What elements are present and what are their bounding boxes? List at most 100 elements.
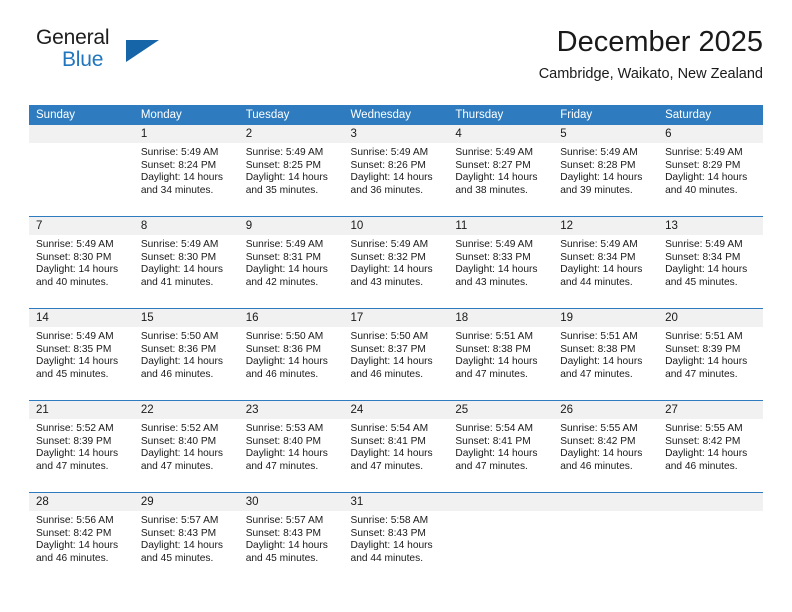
weekday-header-thursday: Thursday [448,105,554,125]
calendar-day-cell[interactable]: 13 Sunrise: 5:49 AM Sunset: 8:34 PM Dayligh… [658,216,763,309]
sunrise-time: Sunrise: 5:49 AM [350,239,429,250]
calendar-day-cell[interactable]: 15 Sunrise: 5:50 AM Sunset: 8:36 PM Dayligh… [133,308,239,401]
calendar-day-cell[interactable]: 2 Sunrise: 5:49 AM Sunset: 8:25 PM Daylight… [238,125,344,217]
daylight-duration-line1: Daylight: 14 hours [36,448,119,460]
calendar-day-cell[interactable]: 30 Sunrise: 5:57 AM Sunset: 8:43 PM Dayligh… [238,492,344,584]
sunrise-time: Sunrise: 5:49 AM [560,239,638,250]
daylight-duration-line2: and 46 minutes. [140,368,214,380]
calendar-day-cell[interactable]: 4 Sunrise: 5:49 AM Sunset: 8:27 PM Daylight… [448,125,554,217]
calendar-day-cell[interactable]: 8 Sunrise: 5:49 AM Sunset: 8:30 PM Daylight… [133,216,239,309]
calendar-day-cell[interactable]: 18 Sunrise: 5:51 AM Sunset: 8:38 PM Dayligh… [448,308,554,401]
day-cell-inner: 15 Sunrise: 5:50 AM Sunset: 8:36 PM Dayligh… [133,309,239,400]
day-sun-info: Sunrise: 5:49 AM Sunset: 8:33 PM Daylight:… [448,235,553,289]
sunset-time: Sunset: 8:32 PM [350,251,426,263]
sunrise-time: Sunrise: 5:49 AM [245,147,324,158]
calendar-day-cell[interactable]: 11 Sunrise: 5:49 AM Sunset: 8:33 PM Dayligh… [448,216,554,309]
daylight-duration-line2: and 43 minutes. [350,276,424,288]
sunrise-time: Sunrise: 5:49 AM [350,147,429,158]
brand-name-blue: Blue [62,48,104,71]
day-sun-info: Sunrise: 5:55 AM Sunset: 8:42 PM Daylight:… [658,419,763,473]
sunset-time: Sunset: 8:24 PM [140,159,217,171]
calendar-day-cell[interactable]: 12 Sunrise: 5:49 AM Sunset: 8:34 PM Dayligh… [553,216,659,309]
calendar-day-cell[interactable]: 28 Sunrise: 5:56 AM Sunset: 8:42 PM Dayligh… [29,492,134,584]
sunrise-time: Sunrise: 5:49 AM [36,239,114,250]
daylight-duration-line2: and 45 minutes. [665,276,738,288]
sunrise-time: Sunrise: 5:49 AM [140,239,219,250]
day-sun-info: Sunrise: 5:49 AM Sunset: 8:34 PM Daylight:… [553,235,658,289]
calendar-day-cell[interactable]: 10 Sunrise: 5:49 AM Sunset: 8:32 PM Dayligh… [343,216,449,309]
sunset-time: Sunset: 8:41 PM [455,435,531,447]
calendar-day-cell[interactable]: 17 Sunrise: 5:50 AM Sunset: 8:37 PM Dayligh… [343,308,449,401]
sunrise-time: Sunrise: 5:49 AM [665,147,743,158]
day-number: 5 [553,125,659,143]
day-sun-info: Sunrise: 5:49 AM Sunset: 8:25 PM Daylight:… [239,143,344,197]
weekday-header-tuesday: Tuesday [238,105,344,125]
day-sun-info: Sunrise: 5:49 AM Sunset: 8:35 PM Daylight:… [29,327,134,381]
sunset-time: Sunset: 8:25 PM [245,159,322,171]
calendar-day-cell[interactable]: 9 Sunrise: 5:49 AM Sunset: 8:31 PM Daylight… [238,216,344,309]
location-subtitle: Cambridge, Waikato, New Zealand [538,66,763,82]
day-number: 13 [658,217,763,235]
calendar-day-cell[interactable]: 24 Sunrise: 5:54 AM Sunset: 8:41 PM Dayligh… [343,400,449,493]
calendar-day-cell[interactable]: 21 Sunrise: 5:52 AM Sunset: 8:39 PM Dayligh… [29,400,134,493]
daylight-duration-line1: Daylight: 14 hours [36,356,119,368]
calendar-day-cell[interactable]: 3 Sunrise: 5:49 AM Sunset: 8:26 PM Daylight… [343,125,449,217]
daylight-duration-line2: and 45 minutes. [36,368,109,380]
calendar-day-cell[interactable]: 26 Sunrise: 5:55 AM Sunset: 8:42 PM Dayligh… [553,400,659,493]
daylight-duration-line2: and 46 minutes. [36,552,109,564]
brand-logo[interactable]: General Blue [29,26,229,84]
day-sun-info: Sunrise: 5:53 AM Sunset: 8:40 PM Daylight:… [239,419,344,473]
day-sun-info: Sunrise: 5:52 AM Sunset: 8:40 PM Daylight:… [134,419,239,473]
day-cell-inner: 24 Sunrise: 5:54 AM Sunset: 8:41 PM Dayligh… [343,401,449,492]
daylight-duration-line2: and 47 minutes. [455,460,528,472]
day-cell-inner: 18 Sunrise: 5:51 AM Sunset: 8:38 PM Dayligh… [448,309,554,400]
calendar-day-cell[interactable]: 19 Sunrise: 5:51 AM Sunset: 8:38 PM Dayligh… [553,308,659,401]
calendar-day-cell[interactable]: 6 Sunrise: 5:49 AM Sunset: 8:29 PM Daylight… [658,125,763,217]
calendar-day-cell[interactable]: 14 Sunrise: 5:49 AM Sunset: 8:35 PM Dayligh… [29,308,134,401]
sunset-time: Sunset: 8:39 PM [36,435,112,447]
day-sun-info: Sunrise: 5:55 AM Sunset: 8:42 PM Daylight:… [553,419,658,473]
calendar-page: General Blue December 2025 Cambridge, Wa… [0,0,792,612]
calendar-day-cell [658,492,763,584]
calendar-week-row: 14 Sunrise: 5:49 AM Sunset: 8:35 PM Dayligh… [29,308,763,401]
day-sun-info: Sunrise: 5:49 AM Sunset: 8:30 PM Daylight:… [134,235,239,289]
daylight-duration-line2: and 46 minutes. [665,460,738,472]
calendar-day-cell[interactable]: 7 Sunrise: 5:49 AM Sunset: 8:30 PM Daylight… [29,216,134,309]
day-cell-inner: 29 Sunrise: 5:57 AM Sunset: 8:43 PM Dayligh… [133,493,239,584]
day-sun-info: Sunrise: 5:51 AM Sunset: 8:39 PM Daylight:… [658,327,763,381]
calendar-day-cell[interactable]: 22 Sunrise: 5:52 AM Sunset: 8:40 PM Dayligh… [133,400,239,493]
daylight-duration-line2: and 44 minutes. [350,552,424,564]
daylight-duration-line1: Daylight: 14 hours [140,448,223,460]
sunrise-time: Sunrise: 5:54 AM [455,423,533,434]
calendar-day-cell[interactable]: 31 Sunrise: 5:58 AM Sunset: 8:43 PM Dayligh… [343,492,449,584]
calendar-day-cell[interactable]: 16 Sunrise: 5:50 AM Sunset: 8:36 PM Dayligh… [238,308,344,401]
calendar-day-cell[interactable]: 29 Sunrise: 5:57 AM Sunset: 8:43 PM Dayligh… [133,492,239,584]
calendar-day-cell[interactable]: 1 Sunrise: 5:49 AM Sunset: 8:24 PM Daylight… [133,125,239,217]
daylight-duration-line1: Daylight: 14 hours [665,172,748,184]
calendar-day-cell[interactable]: 23 Sunrise: 5:53 AM Sunset: 8:40 PM Dayligh… [238,400,344,493]
calendar-day-cell[interactable]: 20 Sunrise: 5:51 AM Sunset: 8:39 PM Dayligh… [658,308,763,401]
day-sun-info: Sunrise: 5:49 AM Sunset: 8:27 PM Daylight:… [448,143,553,197]
day-number: 27 [658,401,763,419]
day-cell-inner: 20 Sunrise: 5:51 AM Sunset: 8:39 PM Dayligh… [658,309,763,400]
sunrise-time: Sunrise: 5:49 AM [36,331,114,342]
daylight-duration-line2: and 47 minutes. [245,460,319,472]
day-cell-inner [658,493,763,584]
calendar-table: Sunday Monday Tuesday Wednesday Thursday… [29,105,763,584]
day-sun-info: Sunrise: 5:56 AM Sunset: 8:42 PM Daylight:… [29,511,134,565]
day-number [658,493,763,511]
daylight-duration-line1: Daylight: 14 hours [455,356,538,368]
day-number: 19 [553,309,659,327]
daylight-duration-line2: and 46 minutes. [245,368,319,380]
day-cell-inner: 28 Sunrise: 5:56 AM Sunset: 8:42 PM Dayligh… [29,493,134,584]
sunrise-time: Sunrise: 5:56 AM [36,515,114,526]
triangle-icon [126,40,159,62]
calendar-week-row: 21 Sunrise: 5:52 AM Sunset: 8:39 PM Dayligh… [29,400,763,493]
day-number: 22 [133,401,239,419]
daylight-duration-line1: Daylight: 14 hours [350,264,433,276]
calendar-day-cell[interactable]: 5 Sunrise: 5:49 AM Sunset: 8:28 PM Daylight… [553,125,659,217]
sunset-time: Sunset: 8:42 PM [560,435,636,447]
sunrise-time: Sunrise: 5:51 AM [455,331,533,342]
calendar-day-cell[interactable]: 25 Sunrise: 5:54 AM Sunset: 8:41 PM Dayligh… [448,400,554,493]
calendar-day-cell[interactable]: 27 Sunrise: 5:55 AM Sunset: 8:42 PM Dayligh… [658,400,763,493]
